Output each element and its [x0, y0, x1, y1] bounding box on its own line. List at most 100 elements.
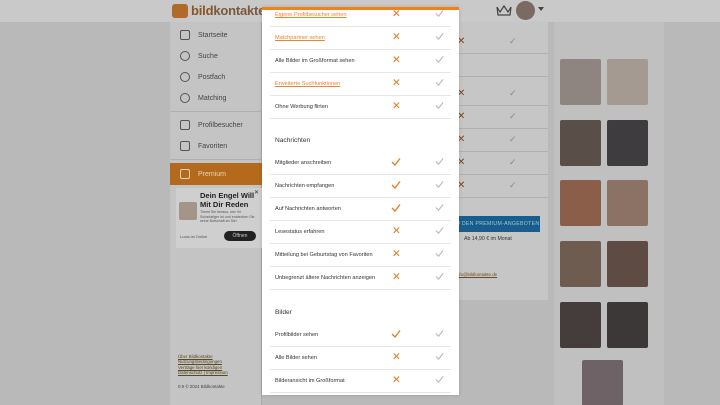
nav-label: Premium	[198, 170, 227, 178]
footer-copyright: 0.9 © 2024 Bildkontakte	[178, 384, 225, 389]
nav-item-matching[interactable]: Matching	[170, 87, 262, 109]
feature-row: Eigene Profilbesucher sehen ✕	[270, 7, 451, 27]
profile-photo[interactable]	[560, 120, 601, 166]
feature-link[interactable]: Matchpartner sehen	[275, 35, 325, 41]
feature-row: Alle Bilder sehen ✕	[270, 347, 451, 370]
ad-close-icon[interactable]: ✕	[254, 189, 259, 196]
x-icon: ✕	[392, 351, 401, 363]
premium-check-icon	[391, 158, 401, 166]
heart-chat-icon	[180, 93, 190, 103]
nav-item-postfach[interactable]: Postfach	[170, 66, 262, 88]
feature-label: Mitglieder anschreiben	[275, 160, 332, 166]
profile-photo[interactable]	[607, 59, 648, 105]
feature-label: Bilderansicht im Großformat	[275, 378, 345, 384]
nav-label: Matching	[198, 94, 227, 102]
row-divider	[452, 105, 548, 106]
x-icon: ✕	[392, 248, 401, 260]
premium-check-icon	[391, 330, 401, 338]
profile-photo[interactable]	[582, 360, 623, 405]
feature-label: Alle Bilder sehen	[275, 355, 317, 361]
brand-logo[interactable]: bildkontakte	[172, 3, 265, 18]
brand-name-prefix: bild	[191, 3, 214, 18]
nav-label: Profilbesucher	[198, 121, 243, 129]
check-icon	[435, 33, 444, 40]
x-icon: ✕	[392, 54, 401, 66]
check-icon: ✓	[509, 111, 517, 121]
row-divider	[452, 151, 548, 152]
profile-photo[interactable]	[607, 241, 648, 287]
check-icon: ✓	[509, 134, 517, 144]
check-icon	[435, 56, 444, 63]
check-icon	[435, 204, 444, 211]
premium-offers-button[interactable]: ZU DEN PREMIUM-ANGEBOTEN	[452, 216, 540, 232]
profile-photo[interactable]	[560, 59, 601, 105]
profile-photo[interactable]	[560, 302, 601, 348]
feature-label: Ohne Werbung flirten	[275, 104, 329, 110]
ad-text: Timmt Sie heraus, wer Ihr Scharlatiger i…	[200, 210, 255, 223]
nav-item-suche[interactable]: Suche	[170, 45, 262, 67]
nav-item-profilbesucher[interactable]: Profilbesucher	[170, 114, 262, 136]
caret-down-icon[interactable]	[538, 7, 544, 11]
section-title-nachrichten: Nachrichten	[275, 137, 311, 144]
ad-open-button[interactable]: Öffnen	[224, 231, 256, 241]
nav-divider	[170, 111, 262, 112]
feature-label: Nachrichten empfangen	[275, 183, 335, 189]
crown-icon[interactable]	[496, 4, 512, 16]
ad-banner[interactable]: Dein Engel Will Mit Dir Reden Timmt Sie …	[176, 188, 262, 248]
check-icon	[435, 102, 444, 109]
check-icon	[435, 353, 444, 360]
feature-label: Unbegrenzt ältere Nachrichten anzeigen	[275, 275, 376, 281]
x-icon: ✕	[392, 271, 401, 283]
check-icon	[435, 158, 444, 165]
x-icon: ✕	[392, 100, 401, 112]
binoculars-icon	[180, 120, 190, 130]
home-icon	[180, 30, 190, 40]
background-content	[452, 22, 548, 300]
section-title-bilder: Bilder	[275, 309, 292, 316]
crown-icon	[180, 169, 190, 179]
profile-photos-column	[554, 22, 664, 405]
user-avatar[interactable]	[516, 1, 535, 20]
check-icon	[435, 330, 444, 337]
row-divider	[452, 197, 548, 198]
feature-label: Auf Nachrichten antworten	[275, 206, 341, 212]
footer-link[interactable]: Datenschutz | Impressum	[178, 370, 228, 375]
x-icon: ✕	[392, 8, 401, 20]
price-text: Ab 14,90 € im Monat	[464, 236, 512, 242]
nav-item-favoriten[interactable]: Favoriten	[170, 135, 262, 157]
check-icon: ✓	[509, 36, 517, 46]
feature-label: Profilbilder sehen	[275, 332, 319, 338]
check-icon	[435, 376, 444, 383]
chat-icon	[180, 72, 190, 82]
x-icon: ✕	[392, 77, 401, 89]
premium-check-icon	[391, 181, 401, 189]
nav-item-premium[interactable]: Premium	[170, 163, 262, 185]
nav-label: Favoriten	[198, 142, 228, 150]
x-icon: ✕	[392, 31, 401, 43]
check-icon: ✓	[509, 88, 517, 98]
row-divider	[452, 174, 548, 175]
feature-row: Matchpartner sehen ✕	[270, 27, 451, 50]
profile-photo[interactable]	[607, 120, 648, 166]
nav-item-startseite[interactable]: Startseite	[170, 24, 262, 46]
row-divider	[452, 76, 548, 77]
check-icon	[435, 227, 444, 234]
profile-photo[interactable]	[607, 302, 648, 348]
feature-row: Lesestatus erfahren ✕	[270, 221, 451, 244]
profile-photo[interactable]	[607, 180, 648, 226]
nav-label: Startseite	[198, 31, 228, 39]
feature-link[interactable]: Eigene Profilbesucher sehen	[275, 12, 347, 18]
feature-label: Lesestatus erfahren	[275, 229, 325, 235]
profile-photo[interactable]	[560, 241, 601, 287]
ad-image	[179, 202, 197, 220]
feature-row: Unbegrenzt ältere Nachrichten anzeigen ✕	[270, 267, 451, 290]
contact-email-link[interactable]: info@bildkontakte.de	[456, 272, 497, 277]
feature-row: Nachrichten empfangen	[270, 175, 451, 198]
feature-row: Auf Nachrichten antworten	[270, 198, 451, 221]
row-divider	[452, 53, 548, 54]
feature-label: Alle Bilder im Großformat sehen	[275, 58, 355, 64]
feature-row: Profilbilder sehen	[270, 324, 451, 347]
footer-links: Über Bildkontakte Nutzungsbedingungen Ve…	[178, 354, 228, 376]
profile-photo[interactable]	[560, 180, 601, 226]
feature-link[interactable]: Erweiterte Suchfunktionen	[275, 81, 340, 87]
